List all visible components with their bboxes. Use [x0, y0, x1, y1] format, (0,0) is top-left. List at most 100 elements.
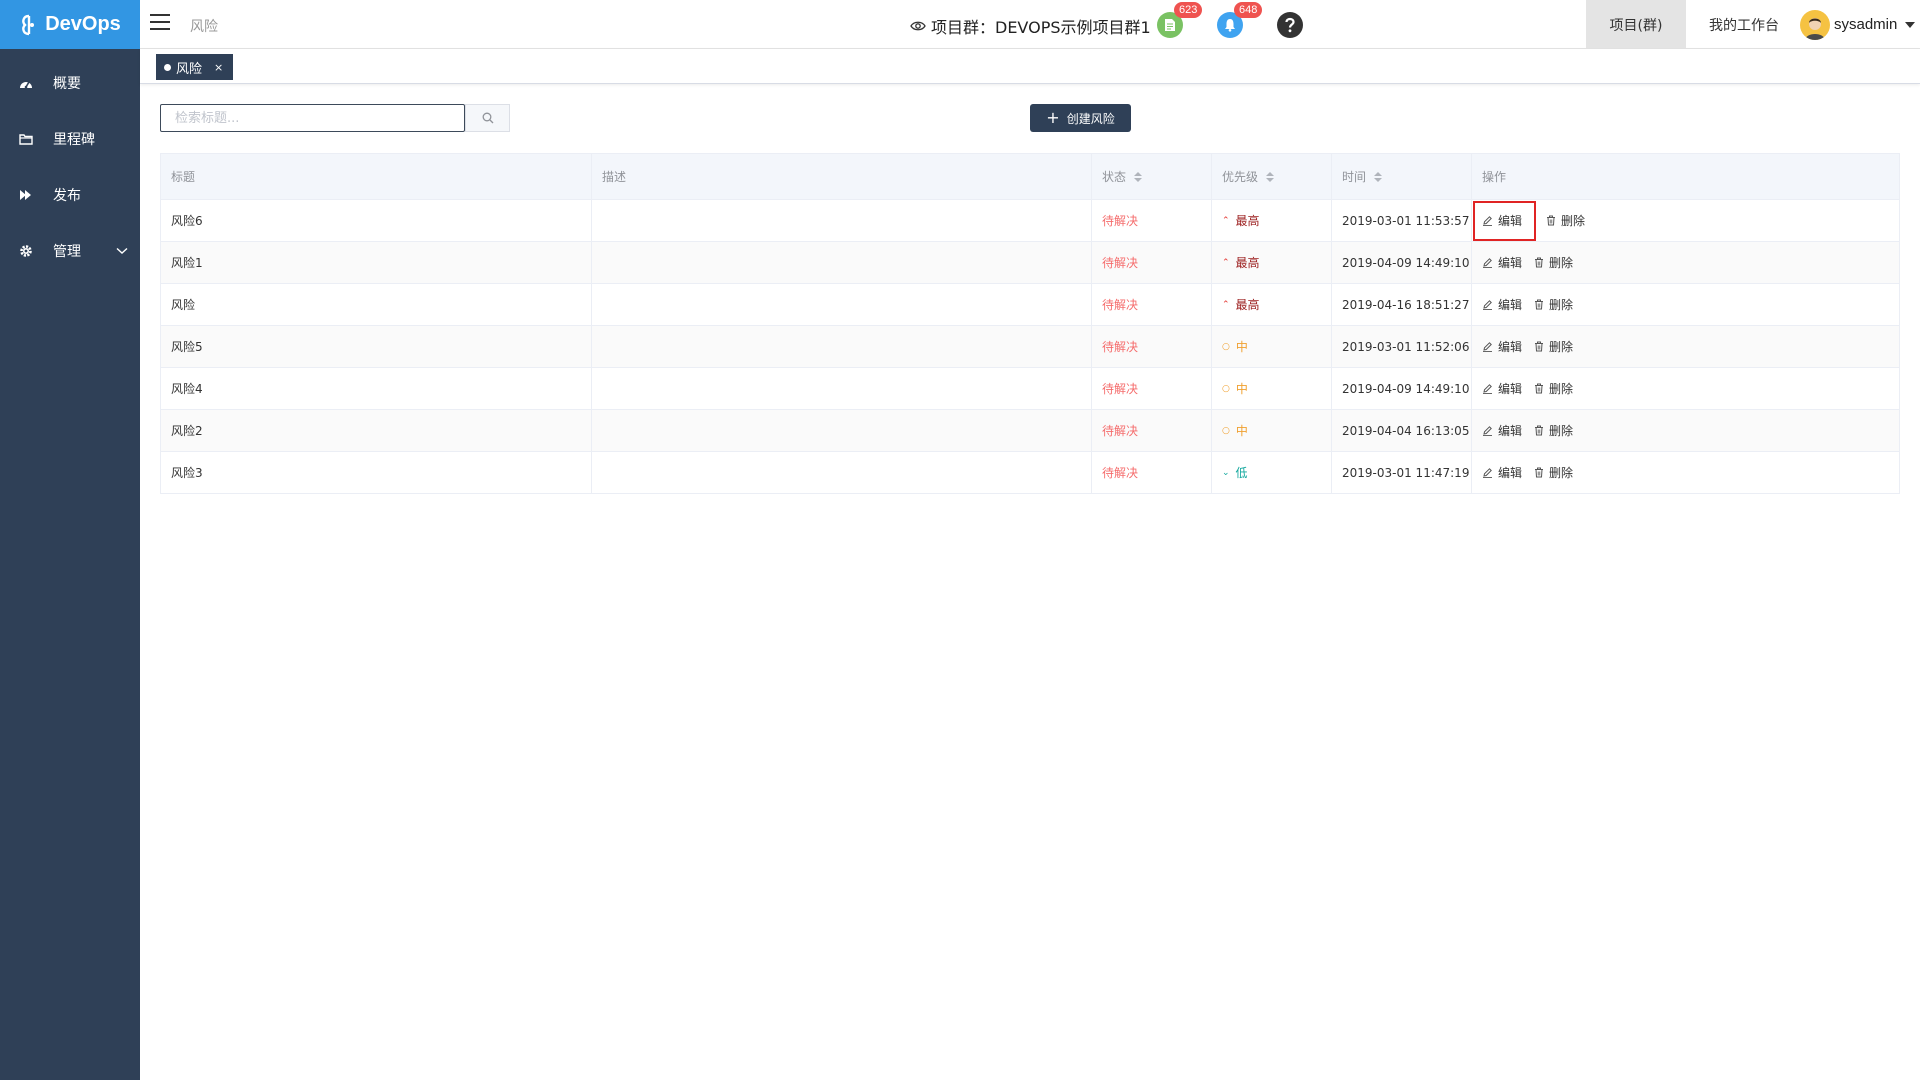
column-header-priority[interactable]: 优先级 [1212, 154, 1332, 199]
priority-icon: ○ [1222, 341, 1230, 352]
folder-icon [19, 132, 33, 146]
row-actions: 编辑 删除 [1472, 200, 1899, 241]
sidebar-item-milestones[interactable]: 里程碑 [0, 111, 140, 167]
edit-button[interactable]: 编辑 [1472, 200, 1537, 241]
search-input[interactable] [160, 104, 465, 132]
sidebar-item-release[interactable]: 发布 [0, 167, 140, 223]
priority-icon: ⌄ [1222, 467, 1230, 478]
close-icon[interactable]: × [214, 61, 223, 74]
row-actions: 编辑 删除 [1472, 368, 1899, 409]
delete-button[interactable]: 删除 [1546, 212, 1585, 229]
edit-icon [1483, 216, 1492, 226]
delete-button[interactable]: 删除 [1534, 254, 1573, 271]
app-logo[interactable]: DevOps [0, 0, 140, 49]
table-row: 风险1 待解决 ⌃ 最高 2019-04-09 14:49:10 编辑 删除 [161, 242, 1899, 284]
documents-button[interactable]: 623 [1140, 0, 1203, 49]
column-header-actions: 操作 [1482, 170, 1507, 184]
column-header-time[interactable]: 时间 [1332, 154, 1472, 199]
edit-icon [1483, 426, 1492, 436]
status-badge: 待解决 [1092, 242, 1212, 283]
priority-cell: ⌃ 最高 [1212, 284, 1332, 325]
edit-icon [1483, 300, 1492, 310]
risk-time: 2019-04-16 18:51:27 [1332, 284, 1472, 325]
risk-title: 风险5 [161, 326, 592, 367]
status-badge: 待解决 [1092, 200, 1212, 241]
delete-button[interactable]: 删除 [1534, 380, 1573, 397]
risk-title: 风险3 [161, 452, 592, 493]
column-header-status[interactable]: 状态 [1092, 154, 1212, 199]
delete-button[interactable]: 删除 [1534, 464, 1573, 481]
risk-table: 标题 描述 状态 优先级 时间 操作 风险6 待解决 ⌃ 最高 2019-03-0… [160, 153, 1900, 494]
notification-count-badge: 648 [1234, 2, 1263, 18]
status-badge: 待解决 [1092, 368, 1212, 409]
edit-icon [1483, 468, 1492, 478]
priority-icon: ○ [1222, 383, 1230, 394]
table-header: 标题 描述 状态 优先级 时间 操作 [161, 154, 1899, 200]
plus-icon: + [1046, 108, 1060, 127]
sidebar-item-label: 发布 [53, 188, 81, 204]
sort-icon[interactable] [1134, 171, 1143, 182]
priority-icon: ⌃ [1222, 257, 1230, 268]
create-risk-label: 创建风险 [1066, 111, 1115, 126]
search-button[interactable] [465, 104, 510, 132]
row-actions: 编辑 删除 [1472, 452, 1899, 493]
risk-time: 2019-04-09 14:49:10 [1332, 368, 1472, 409]
delete-button[interactable]: 删除 [1534, 422, 1573, 439]
sort-icon[interactable] [1374, 171, 1383, 182]
trash-icon [1535, 467, 1544, 478]
chevron-down-icon [116, 247, 128, 254]
risk-description [592, 368, 1092, 409]
sidebar-item-label: 管理 [53, 244, 81, 260]
row-actions: 编辑 删除 [1472, 410, 1899, 451]
tags-view-bar: 风险 × [140, 49, 1920, 84]
table-row: 风险5 待解决 ○ 中 2019-03-01 11:52:06 编辑 删除 [161, 326, 1899, 368]
delete-button[interactable]: 删除 [1534, 296, 1573, 313]
tag-risk[interactable]: 风险 × [156, 54, 234, 80]
user-menu[interactable]: sysadmin [1800, 0, 1916, 49]
tab-my-workbench[interactable]: 我的工作台 [1686, 0, 1802, 49]
priority-cell: ○ 中 [1212, 410, 1332, 451]
row-actions: 编辑 删除 [1472, 284, 1899, 325]
create-risk-button[interactable]: + 创建风险 [1030, 104, 1131, 132]
edit-button[interactable]: 编辑 [1482, 254, 1522, 271]
edit-button[interactable]: 编辑 [1482, 380, 1522, 397]
risk-title: 风险6 [161, 200, 592, 241]
edit-button[interactable]: 编辑 [1482, 338, 1522, 355]
table-row: 风险2 待解决 ○ 中 2019-04-04 16:13:05 编辑 删除 [161, 410, 1899, 452]
document-count-badge: 623 [1174, 2, 1203, 18]
priority-cell: ⌃ 最高 [1212, 242, 1332, 283]
risk-description [592, 284, 1092, 325]
edit-button[interactable]: 编辑 [1482, 296, 1522, 313]
risk-time: 2019-04-04 16:13:05 [1332, 410, 1472, 451]
page-title: 项目群：DEVOPS示例项目群1 [910, 14, 1151, 38]
avatar [1800, 9, 1830, 40]
menu-toggle-icon[interactable] [150, 14, 170, 32]
priority-icon: ○ [1222, 425, 1230, 436]
edit-button[interactable]: 编辑 [1482, 422, 1522, 439]
sidebar-item-overview[interactable]: 概要 [0, 55, 140, 111]
edit-button[interactable]: 编辑 [1482, 464, 1522, 481]
app-name: DevOps [45, 13, 121, 35]
priority-label: ⌃ 最高 [1222, 214, 1260, 228]
risk-description [592, 326, 1092, 367]
table-body: 风险6 待解决 ⌃ 最高 2019-03-01 11:53:57 编辑 删除 风险… [161, 200, 1899, 494]
table-row: 风险3 待解决 ⌄ 低 2019-03-01 11:47:19 编辑 删除 [161, 452, 1899, 494]
username: sysadmin [1834, 16, 1898, 33]
active-dot-icon [164, 63, 171, 71]
priority-label: ○ 中 [1222, 424, 1248, 438]
status-badge: 待解决 [1092, 284, 1212, 325]
risk-description [592, 410, 1092, 451]
tab-project-group[interactable]: 项目(群) [1586, 0, 1686, 49]
delete-button[interactable]: 删除 [1534, 338, 1573, 355]
priority-label: ⌄ 低 [1222, 466, 1248, 480]
sidebar-item-manage[interactable]: 管理 [0, 223, 140, 279]
help-button[interactable] [1260, 0, 1320, 49]
sort-icon[interactable] [1266, 171, 1275, 182]
risk-time: 2019-03-01 11:52:06 [1332, 326, 1472, 367]
sidebar-item-label: 里程碑 [53, 132, 95, 148]
project-group-title: 项目群：DEVOPS示例项目群1 [931, 18, 1151, 37]
risk-time: 2019-03-01 11:47:19 [1332, 452, 1472, 493]
status-badge: 待解决 [1092, 452, 1212, 493]
notifications-button[interactable]: 648 [1200, 0, 1263, 49]
table-row: 风险4 待解决 ○ 中 2019-04-09 14:49:10 编辑 删除 [161, 368, 1899, 410]
